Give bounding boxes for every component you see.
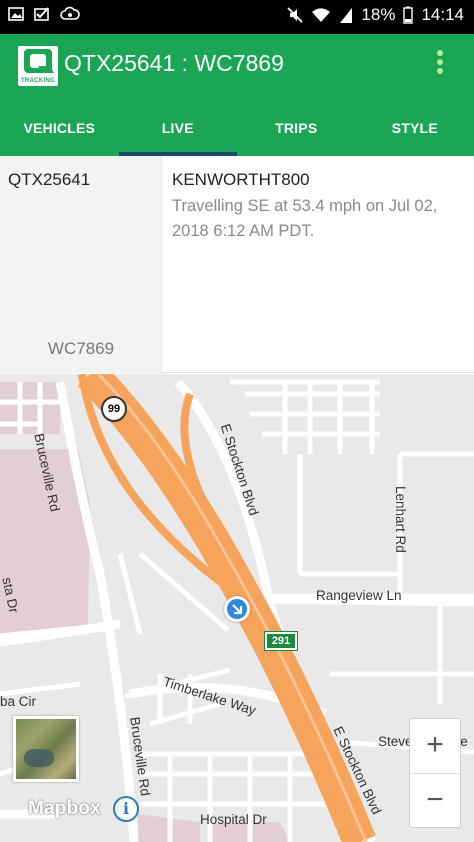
tab-vehicles[interactable]: VEHICLES bbox=[0, 100, 119, 156]
app-logo: TRACKING bbox=[18, 46, 58, 86]
vehicle-model: KENWORTHT800 bbox=[172, 170, 310, 189]
vehicle-status: Travelling SE at 53.4 mph on Jul 02, 201… bbox=[172, 197, 438, 240]
image-icon bbox=[8, 7, 24, 21]
direction-arrow-icon bbox=[232, 604, 243, 615]
vehicle-id-card[interactable]: QTX25641 WC7869 bbox=[0, 156, 162, 373]
vehicle-marker[interactable] bbox=[224, 596, 250, 622]
vehicle-details: KENWORTHT800 Travelling SE at 53.4 mph o… bbox=[172, 170, 468, 244]
wifi-icon bbox=[312, 8, 331, 22]
cloud-sync-icon bbox=[60, 6, 80, 20]
road-label-rangeview-ln: Rangeview Ln bbox=[316, 588, 402, 603]
mapbox-logo: Mapbox bbox=[28, 798, 101, 819]
battery-percent: 18% bbox=[361, 5, 396, 24]
overflow-menu-icon[interactable] bbox=[436, 50, 444, 78]
road-label-aba-cir: ba Cir bbox=[0, 694, 37, 709]
zoom-in-button[interactable]: + bbox=[410, 719, 460, 773]
satellite-layer-toggle[interactable] bbox=[13, 716, 79, 782]
app-bar: TRACKING QTX25641 : WC7869 VEHICLES LIVE… bbox=[0, 34, 474, 156]
battery-icon bbox=[403, 6, 414, 24]
status-bar: 18% 14:14 bbox=[0, 0, 474, 34]
tab-style[interactable]: STYLE bbox=[356, 100, 474, 156]
vehicle-info-panel: QTX25641 WC7869 KENWORTHT800 Travelling … bbox=[0, 156, 474, 373]
vehicle-plate: WC7869 bbox=[47, 339, 115, 358]
logo-text: TRACKING bbox=[20, 78, 56, 84]
tab-live[interactable]: LIVE bbox=[118, 100, 238, 156]
zoom-controls: + − bbox=[409, 718, 461, 828]
map-view[interactable]: Bruceville Rd Bruceville Rd E Stockton B… bbox=[0, 374, 474, 842]
vehicle-id: QTX25641 bbox=[8, 170, 91, 189]
clock: 14:14 bbox=[421, 5, 464, 24]
attribution-info-button[interactable]: i bbox=[113, 796, 139, 822]
mute-icon bbox=[287, 7, 304, 23]
route-99-shield: 99 bbox=[101, 396, 127, 422]
tab-bar: VEHICLES LIVE TRIPS STYLE bbox=[0, 100, 474, 156]
signal-icon bbox=[340, 8, 353, 23]
road-label-lenhart-rd: Lenhart Rd bbox=[393, 486, 408, 553]
tab-trips[interactable]: TRIPS bbox=[237, 100, 356, 156]
route-291-shield: 291 bbox=[264, 631, 298, 651]
check-mail-icon bbox=[34, 7, 49, 21]
zoom-out-button[interactable]: − bbox=[410, 773, 460, 827]
page-title: QTX25641 : WC7869 bbox=[64, 50, 284, 76]
road-label-hospital-dr: Hospital Dr bbox=[200, 812, 267, 827]
